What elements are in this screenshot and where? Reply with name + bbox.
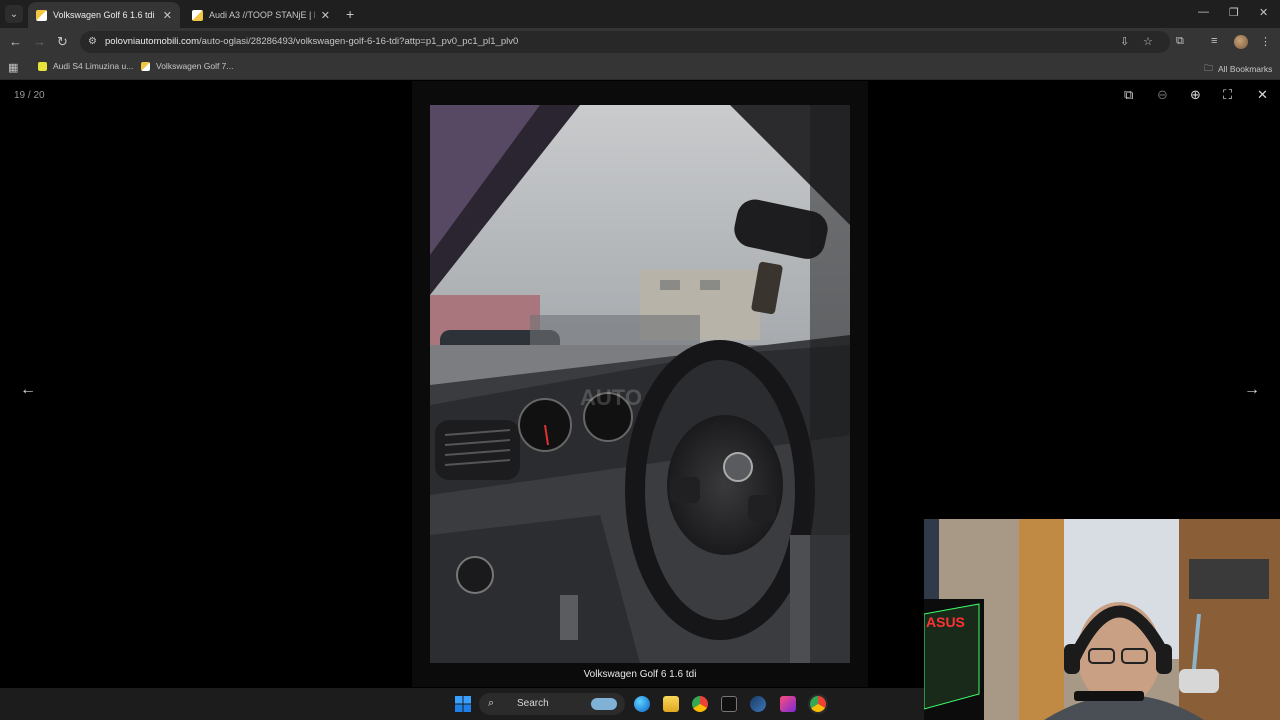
chrome-profile-icon[interactable] [810,696,826,712]
menu-kebab-icon[interactable]: ⋮ [1260,35,1271,48]
site-info-icon[interactable]: ⚙ [88,36,97,47]
taskbar-search-label: Search [517,698,549,709]
tab-volkswagen-golf[interactable]: Volkswagen Golf 6 1.6 tdi | Polo ✕ [28,2,180,28]
search-highlight-icon [591,698,617,710]
address-bar[interactable]: ⚙ polovniautomobili.com/auto-oglasi/2828… [80,31,1170,53]
reload-icon[interactable]: ↻ [57,34,68,50]
chevron-down-icon: ⌄ [9,8,19,20]
url-host: polovniautomobili.com [105,36,199,47]
zoom-in-icon[interactable]: ⊕ [1190,87,1201,103]
tab-search-button[interactable]: ⌄ [5,5,23,23]
fullscreen-icon[interactable]: ⛶ [1223,87,1232,103]
close-tab-icon[interactable]: ✕ [321,9,330,22]
previous-photo-arrow-icon[interactable]: ← [20,381,36,399]
bookmarks-bar: ▦ Audi S4 Limuzina u... Volkswagen Golf … [0,56,1280,80]
photo-counter: 19 / 20 [14,90,45,101]
site-favicon-icon [192,9,203,21]
zoom-out-icon[interactable]: ⊖ [1157,87,1168,103]
bookmark-label: Volkswagen Golf 7... [156,61,234,71]
bookmark-favicon-icon [38,61,47,71]
all-bookmarks[interactable]: 🗀 All Bookmarks [1204,61,1272,77]
webcam-overlay: ASUS [924,519,1280,720]
tab-title: Audi A3 //TOOP STANjE | Polov [209,10,315,20]
windows-start-icon[interactable] [455,696,471,712]
bookmark-favicon-icon [141,61,150,71]
next-photo-arrow-icon[interactable]: → [1244,381,1260,399]
bookmark-vw-golf-7[interactable]: Volkswagen Golf 7... [141,61,234,71]
bookmark-label: Audi S4 Limuzina u... [53,61,134,71]
car-interior-photo[interactable]: AUTO [430,105,850,663]
profile-avatar[interactable] [1234,35,1248,49]
extensions-icon[interactable]: ⧉ [1176,35,1184,48]
tab-strip: ⌄ Volkswagen Golf 6 1.6 tdi | Polo ✕ Aud… [0,0,1280,28]
folder-icon: 🗀 [1204,63,1214,73]
file-explorer-icon[interactable] [663,696,679,712]
new-tab-plus-icon[interactable]: + [346,6,354,22]
install-app-icon[interactable]: ⇩ [1120,35,1129,48]
tab-audi-a3[interactable]: Audi A3 //TOOP STANjE | Polov ✕ [184,2,338,28]
close-viewer-icon[interactable]: ✕ [1257,87,1268,103]
close-tab-icon[interactable]: ✕ [163,9,172,22]
webcam-sign-text: ASUS [926,614,965,630]
tf-app-icon[interactable] [780,696,796,712]
bookmark-audi-s4[interactable]: Audi S4 Limuzina u... [38,61,133,71]
thumbnails-icon[interactable]: ⧉ [1124,87,1133,103]
minimize-icon[interactable]: — [1198,6,1209,18]
url-text: polovniautomobili.com/auto-oglasi/282864… [105,36,518,47]
tab-title: Volkswagen Golf 6 1.6 tdi | Polo [53,10,157,20]
taskbar-search[interactable]: ⌕ Search [479,693,625,715]
restore-icon[interactable]: ❐ [1229,6,1239,19]
photo-watermark: AUTO [580,385,642,410]
bookmark-star-icon[interactable]: ☆ [1143,35,1153,48]
apps-grid-icon[interactable]: ▦ [8,61,18,74]
window-close-icon[interactable]: ✕ [1259,6,1268,19]
media-control-icon[interactable]: ≡ [1211,35,1217,47]
forward-arrow-icon[interactable]: → [33,34,46,49]
edge-browser-icon[interactable] [634,696,650,712]
site-favicon-icon [36,9,47,21]
url-path: /auto-oglasi/28286493/volkswagen-golf-6-… [199,36,519,47]
browser-toolbar: ← → ↻ ⚙ polovniautomobili.com/auto-oglas… [0,28,1280,56]
search-icon: ⌕ [488,697,495,709]
chrome-icon[interactable] [692,696,708,712]
all-bookmarks-label: All Bookmarks [1218,64,1273,74]
app-m-icon[interactable] [721,696,737,712]
steam-icon[interactable] [750,696,766,712]
back-arrow-icon[interactable]: ← [9,34,22,49]
